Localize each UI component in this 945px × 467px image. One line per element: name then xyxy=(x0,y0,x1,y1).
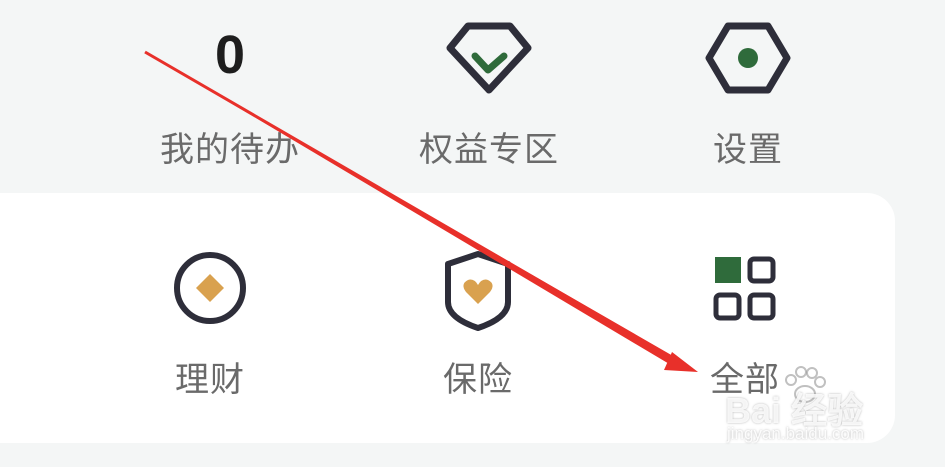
watermark-url: jingyan.baidu.com xyxy=(727,424,865,443)
app-screen: 账户 0 我的待办 权益专区 设置 理财 保险 xyxy=(0,0,945,467)
baidu-watermark: Bai 经验 jingyan.baidu.com xyxy=(725,362,925,452)
